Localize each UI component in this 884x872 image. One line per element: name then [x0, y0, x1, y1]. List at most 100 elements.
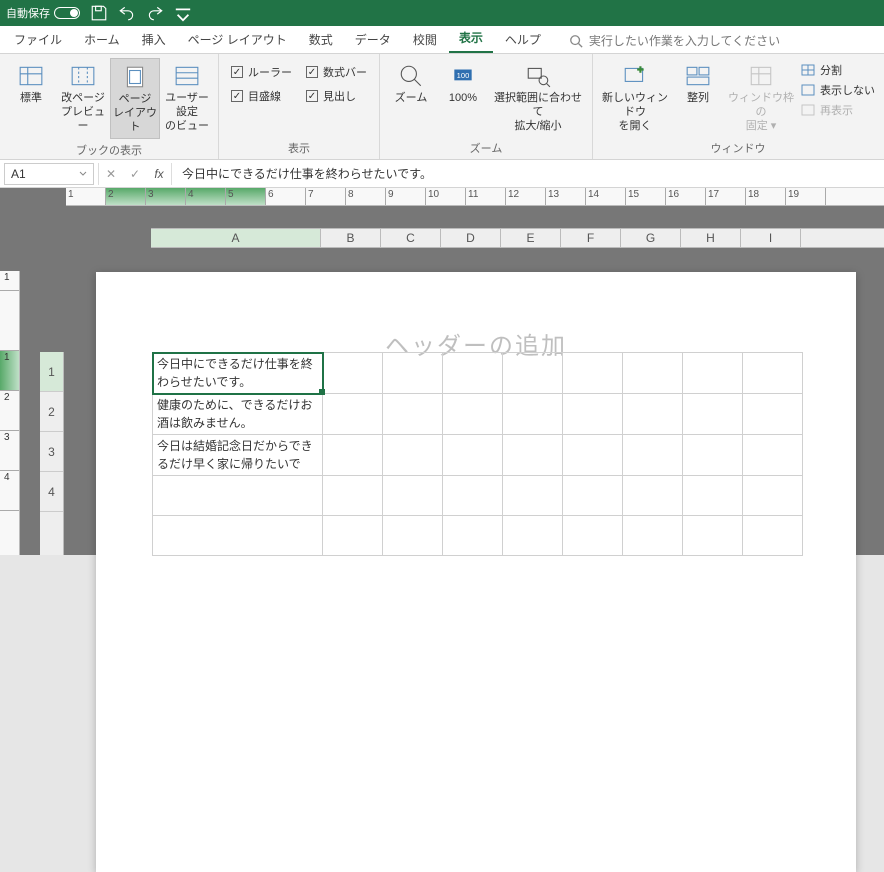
hide-button[interactable]: 表示しない — [801, 82, 875, 98]
vertical-ruler[interactable]: 1 1 2 3 4 — [0, 271, 20, 555]
normal-view-button[interactable]: 標準 — [6, 58, 56, 110]
autosave-toggle[interactable]: 自動保存 — [6, 5, 80, 21]
page-layout-view-button[interactable]: ページ レイアウト — [110, 58, 160, 139]
unhide-icon — [801, 104, 815, 116]
fill-handle[interactable] — [319, 389, 325, 395]
name-box[interactable]: A1 — [4, 163, 94, 185]
undo-icon[interactable] — [118, 4, 136, 22]
group-label-views: ブックの表示 — [6, 139, 212, 161]
toggle-off-icon — [54, 7, 80, 19]
qat-customize-icon[interactable] — [174, 4, 192, 22]
headings-checkbox[interactable]: ✓見出し — [306, 88, 367, 104]
page-break-icon — [69, 62, 97, 90]
group-workbook-views: 標準 改ページ プレビュー ページ レイアウト ユーザー設定 のビュー ブックの… — [0, 54, 219, 159]
cell-a1[interactable]: 今日中にできるだけ仕事を終わらせたいです。 — [153, 353, 323, 394]
ruler-checkbox[interactable]: ✓ルーラー — [231, 64, 292, 80]
col-header-c[interactable]: C — [381, 229, 441, 247]
autosave-label: 自動保存 — [6, 5, 50, 21]
table-row — [153, 516, 803, 556]
tab-insert[interactable]: 挿入 — [132, 26, 176, 53]
insert-function-button[interactable]: fx — [147, 163, 171, 185]
tab-file[interactable]: ファイル — [4, 26, 72, 53]
col-header-i[interactable]: I — [741, 229, 801, 247]
cell-a2[interactable]: 健康のために、できるだけお酒は飲みません。 — [153, 394, 323, 435]
table-row: 今日は結婚記念日だからできるだけ早く家に帰りたいで — [153, 435, 803, 476]
tab-pagelayout[interactable]: ページ レイアウト — [178, 26, 297, 53]
tab-formulas[interactable]: 数式 — [299, 26, 343, 53]
group-label-zoom: ズーム — [386, 137, 586, 159]
unhide-button[interactable]: 再表示 — [801, 102, 875, 118]
svg-text:100: 100 — [457, 71, 470, 80]
group-show: ✓ルーラー ✓目盛線 ✓数式バー ✓見出し 表示 — [219, 54, 380, 159]
cell-a4[interactable] — [153, 476, 323, 516]
row-header-4[interactable]: 4 — [40, 472, 63, 512]
zoom-100-icon: 100 — [449, 62, 477, 90]
cancel-formula-button[interactable]: ✕ — [99, 163, 123, 185]
row-header-3[interactable]: 3 — [40, 432, 63, 472]
zoom-selection-icon — [524, 62, 552, 90]
search-icon — [569, 34, 583, 48]
new-window-icon — [621, 62, 649, 90]
tellme-search[interactable]: 実行したい作業を入力してください — [565, 28, 784, 53]
new-window-button[interactable]: 新しいウィンドウ を開く — [599, 58, 671, 137]
horizontal-ruler[interactable]: 1 2 3 4 5 6 7 8 9 10 11 12 13 14 15 16 1… — [66, 188, 884, 206]
redo-icon[interactable] — [146, 4, 164, 22]
group-label-window: ウィンドウ — [599, 137, 877, 159]
group-zoom: ズーム 100 100% 選択範囲に合わせて 拡大/縮小 ズーム — [380, 54, 593, 159]
title-bar: 自動保存 — [0, 0, 884, 26]
arrange-all-button[interactable]: 整列 — [673, 58, 723, 110]
tab-home[interactable]: ホーム — [74, 26, 130, 53]
worksheet-area: 1 2 3 4 5 6 7 8 9 10 11 12 13 14 15 16 1… — [0, 188, 884, 555]
group-label-show: 表示 — [225, 137, 373, 159]
zoom-to-selection-button[interactable]: 選択範囲に合わせて 拡大/縮小 — [490, 58, 586, 137]
tab-data[interactable]: データ — [345, 26, 401, 53]
save-icon[interactable] — [90, 4, 108, 22]
col-header-e[interactable]: E — [501, 229, 561, 247]
cell-grid[interactable]: 今日中にできるだけ仕事を終わらせたいです。 健康のために、できるだけお酒は飲みま… — [152, 352, 803, 556]
freeze-panes-button[interactable]: ウィンドウ枠の 固定 ▾ — [725, 58, 797, 137]
zoom-icon — [397, 62, 425, 90]
cell-b1[interactable] — [323, 353, 383, 394]
formula-bar: A1 ✕ ✓ fx 今日中にできるだけ仕事を終わらせたいです。 — [0, 160, 884, 188]
chevron-down-icon — [79, 170, 87, 178]
hide-icon — [801, 84, 815, 96]
enter-formula-button[interactable]: ✓ — [123, 163, 147, 185]
normal-view-icon — [17, 62, 45, 90]
tab-review[interactable]: 校閲 — [403, 26, 447, 53]
page-layout-icon — [121, 63, 149, 91]
col-header-h[interactable]: H — [681, 229, 741, 247]
col-header-a[interactable]: A — [151, 229, 321, 247]
table-row: 健康のために、できるだけお酒は飲みません。 — [153, 394, 803, 435]
ribbon-view: 標準 改ページ プレビュー ページ レイアウト ユーザー設定 のビュー ブックの… — [0, 54, 884, 160]
row-header-2[interactable]: 2 — [40, 392, 63, 432]
group-window: 新しいウィンドウ を開く 整列 ウィンドウ枠の 固定 ▾ 分割 表示しない 再表… — [593, 54, 883, 159]
col-header-f[interactable]: F — [561, 229, 621, 247]
cell-a3[interactable]: 今日は結婚記念日だからできるだけ早く家に帰りたいで — [153, 435, 323, 476]
page-preview: ヘッダーの追加 今日中にできるだけ仕事を終わらせたいです。 健康のために、できる… — [96, 272, 856, 872]
table-row: 今日中にできるだけ仕事を終わらせたいです。 — [153, 353, 803, 394]
tellme-label: 実行したい作業を入力してください — [589, 32, 780, 49]
zoom-button[interactable]: ズーム — [386, 58, 436, 110]
row-headers[interactable]: 1 2 3 4 — [40, 352, 64, 555]
formula-input[interactable]: 今日中にできるだけ仕事を終わらせたいです。 — [172, 165, 884, 182]
zoom-100-button[interactable]: 100 100% — [438, 58, 488, 110]
split-icon — [801, 64, 815, 76]
custom-views-icon — [173, 62, 201, 90]
table-row — [153, 476, 803, 516]
custom-views-button[interactable]: ユーザー設定 のビュー — [162, 58, 212, 137]
page-break-preview-button[interactable]: 改ページ プレビュー — [58, 58, 108, 137]
menu-tabs: ファイル ホーム 挿入 ページ レイアウト 数式 データ 校閲 表示 ヘルプ 実… — [0, 26, 884, 54]
tab-help[interactable]: ヘルプ — [495, 26, 551, 53]
col-header-b[interactable]: B — [321, 229, 381, 247]
row-header-1[interactable]: 1 — [40, 352, 63, 392]
column-headers[interactable]: A B C D E F G H I — [151, 228, 884, 248]
freeze-panes-icon — [747, 62, 775, 90]
arrange-icon — [684, 62, 712, 90]
col-header-g[interactable]: G — [621, 229, 681, 247]
split-button[interactable]: 分割 — [801, 62, 875, 78]
formulabar-checkbox[interactable]: ✓数式バー — [306, 64, 367, 80]
tab-view[interactable]: 表示 — [449, 24, 493, 53]
cell-reference: A1 — [11, 167, 26, 181]
col-header-d[interactable]: D — [441, 229, 501, 247]
gridlines-checkbox[interactable]: ✓目盛線 — [231, 88, 292, 104]
